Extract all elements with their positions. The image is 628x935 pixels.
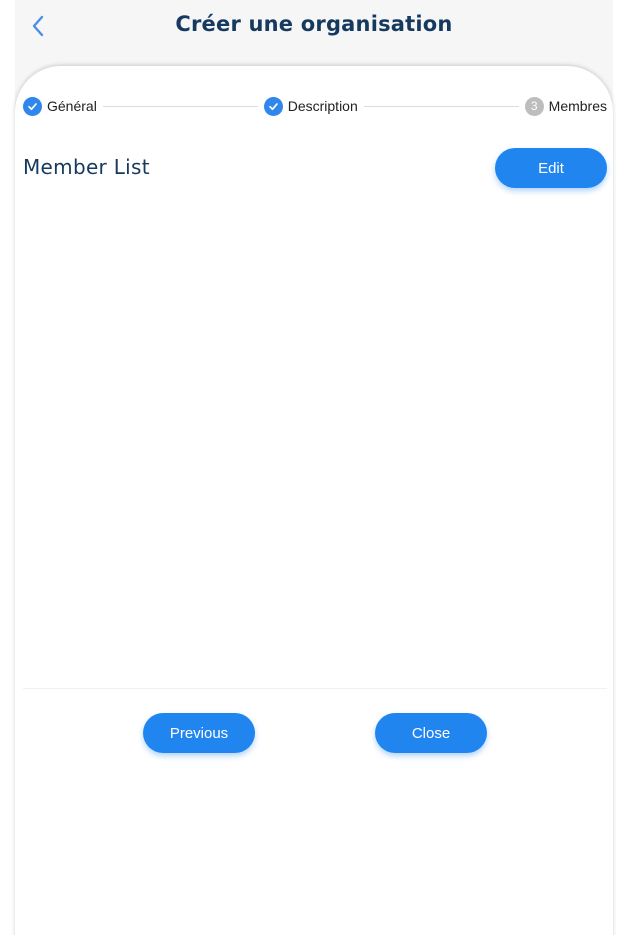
step-label: Description bbox=[287, 98, 358, 114]
step-connector bbox=[363, 105, 519, 107]
stepper: Général Description 3 Membres bbox=[23, 95, 607, 117]
member-list-title: Member List bbox=[23, 155, 150, 179]
step-membres[interactable]: 3 Membres bbox=[524, 96, 608, 116]
step-description[interactable]: Description bbox=[263, 96, 358, 116]
form-card: Général Description 3 Membres Member Lis… bbox=[15, 66, 613, 935]
step-number-badge: 3 bbox=[524, 96, 544, 116]
previous-button[interactable]: Previous bbox=[143, 713, 255, 753]
step-done-icon bbox=[23, 96, 42, 116]
step-done-icon bbox=[263, 96, 283, 116]
step-label: Général bbox=[47, 98, 97, 114]
check-icon bbox=[28, 102, 37, 110]
close-button[interactable]: Close bbox=[375, 713, 487, 753]
page-title: Créer une organisation bbox=[175, 12, 453, 36]
step-label: Membres bbox=[548, 98, 608, 114]
check-icon bbox=[268, 102, 278, 110]
edit-button[interactable]: Edit bbox=[495, 148, 607, 188]
step-general[interactable]: Général bbox=[23, 96, 97, 116]
step-connector bbox=[102, 105, 258, 107]
screen: Créer une organisation Général Descripti bbox=[0, 0, 628, 935]
footer-divider bbox=[23, 688, 607, 689]
